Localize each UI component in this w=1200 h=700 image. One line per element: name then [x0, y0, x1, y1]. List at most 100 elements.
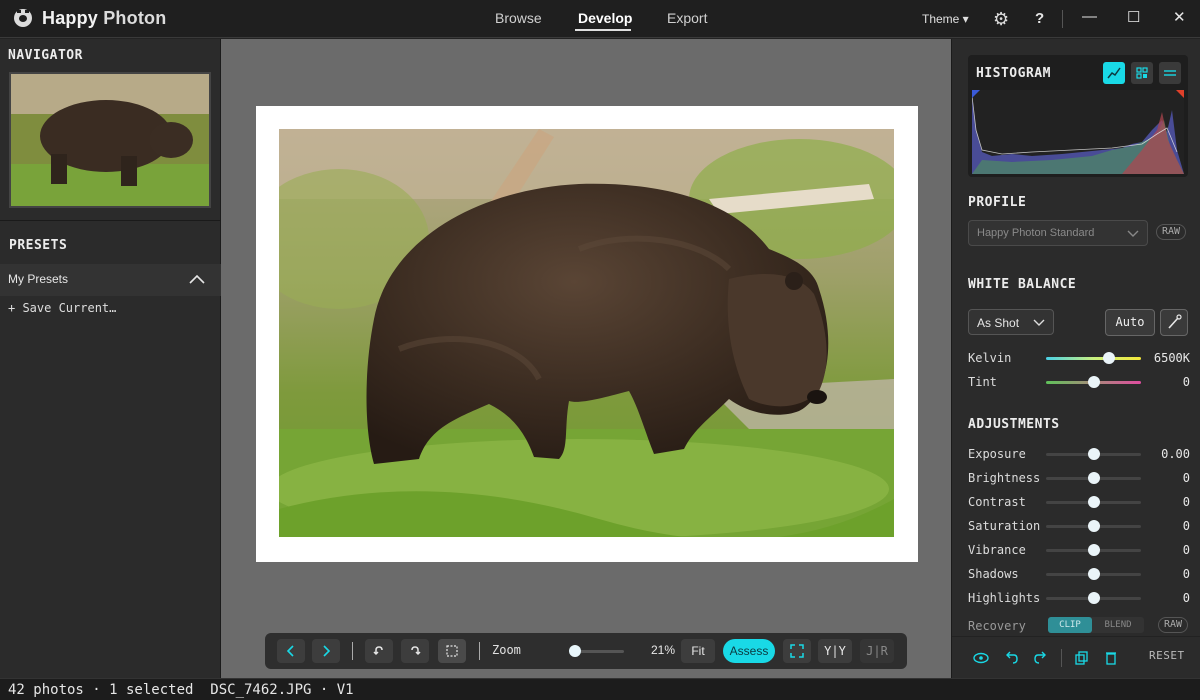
- kelvin-value: 6500K: [1153, 351, 1190, 365]
- exposure-slider-row: Exposure 0.00: [968, 445, 1190, 463]
- recovery-label: Recovery: [968, 619, 1026, 633]
- fit-button[interactable]: Fit: [681, 639, 715, 663]
- shadows-slider-handle[interactable]: [1088, 568, 1100, 580]
- vibrance-value: 0: [1182, 543, 1190, 557]
- kelvin-slider-handle[interactable]: [1103, 352, 1115, 364]
- photo-frame: [256, 106, 918, 562]
- rotate-right-icon[interactable]: [401, 639, 429, 663]
- minimize-button[interactable]: —: [1082, 8, 1097, 25]
- tint-slider-row: Tint 0: [968, 373, 1190, 391]
- brightness-slider-handle[interactable]: [1088, 472, 1100, 484]
- zoom-slider-handle[interactable]: [569, 645, 581, 657]
- profile-title: PROFILE: [968, 195, 1027, 210]
- tab-develop[interactable]: Develop: [578, 10, 632, 26]
- status-bar: 42 photos · 1 selected DSC_7462.JPG · V1: [0, 678, 1200, 700]
- shadows-label: Shadows: [968, 567, 1019, 581]
- image-canvas[interactable]: Zoom 21% Fit Assess Y|Y J|R: [221, 39, 951, 678]
- contrast-value: 0: [1182, 495, 1190, 509]
- saturation-label: Saturation: [968, 519, 1041, 533]
- prev-icon[interactable]: [277, 639, 305, 663]
- highlights-label: Highlights: [968, 591, 1041, 605]
- compare-jr-button[interactable]: J|R: [860, 639, 894, 663]
- navigator-title: NAVIGATOR: [8, 48, 83, 63]
- white-balance-value: As Shot: [977, 316, 1020, 330]
- reset-button[interactable]: RESET: [1149, 649, 1185, 662]
- tint-slider-handle[interactable]: [1088, 376, 1100, 388]
- crop-icon[interactable]: [438, 639, 466, 663]
- redo-icon[interactable]: [1032, 649, 1050, 667]
- navigator-thumbnail[interactable]: [9, 72, 211, 208]
- title-divider: [1062, 10, 1063, 28]
- histogram-grid-icon[interactable]: [1131, 62, 1153, 84]
- exposure-label: Exposure: [968, 447, 1026, 461]
- theme-dropdown[interactable]: Theme ▾: [922, 12, 969, 26]
- presets-title: PRESETS: [9, 238, 68, 253]
- help-icon[interactable]: ?: [1035, 10, 1044, 27]
- title-bar: Happy Photon Browse Develop Export Theme…: [0, 0, 1200, 38]
- toolbar-divider: [479, 642, 480, 660]
- compare-yy-button[interactable]: Y|Y: [818, 639, 852, 663]
- gear-icon[interactable]: ⚙: [993, 10, 1009, 28]
- adjustments-title: ADJUSTMENTS: [968, 417, 1060, 432]
- histogram-graph: [972, 90, 1184, 174]
- tab-export[interactable]: Export: [667, 10, 707, 26]
- auto-white-balance-button[interactable]: Auto: [1105, 309, 1155, 336]
- white-balance-title: WHITE BALANCE: [968, 277, 1077, 292]
- kelvin-slider[interactable]: [1046, 357, 1141, 360]
- app-title-bold: Happy: [42, 8, 99, 28]
- contrast-label: Contrast: [968, 495, 1026, 509]
- saturation-slider-row: Saturation 0: [968, 517, 1190, 535]
- assess-button[interactable]: Assess: [723, 639, 775, 663]
- my-presets-label: My Presets: [8, 272, 69, 286]
- status-text: 42 photos · 1 selected DSC_7462.JPG · V1: [8, 682, 354, 698]
- histogram-lines-icon[interactable]: [1159, 62, 1181, 84]
- active-tab-indicator: [575, 29, 631, 31]
- blend-option[interactable]: BLEND: [1096, 617, 1140, 633]
- section-divider: [0, 220, 221, 221]
- contrast-slider-row: Contrast 0: [968, 493, 1190, 511]
- exposure-slider-handle[interactable]: [1088, 448, 1100, 460]
- brightness-slider-row: Brightness 0: [968, 469, 1190, 487]
- footer-divider: [1061, 649, 1062, 667]
- chevron-down-icon: [1033, 319, 1045, 326]
- save-current-preset-button[interactable]: + Save Current…: [8, 301, 116, 315]
- profile-value: Happy Photon Standard: [977, 227, 1095, 239]
- profile-dropdown[interactable]: Happy Photon Standard: [968, 220, 1148, 246]
- bear-photo-drawing: [279, 129, 894, 537]
- brightness-value: 0: [1182, 471, 1190, 485]
- next-icon[interactable]: [312, 639, 340, 663]
- fullscreen-icon[interactable]: [783, 639, 811, 663]
- highlights-slider-handle[interactable]: [1088, 592, 1100, 604]
- histogram-curve-icon[interactable]: [1103, 62, 1125, 84]
- recovery-raw-toggle[interactable]: RAW: [1158, 617, 1188, 633]
- left-panel: NAVIGATOR PRESETS My Presets + Save Curr…: [0, 39, 221, 678]
- highlights-value: 0: [1182, 591, 1190, 605]
- recovery-mode-toggle[interactable]: CLIP BLEND: [1048, 617, 1144, 633]
- close-button[interactable]: ✕: [1173, 8, 1186, 26]
- my-presets-group[interactable]: My Presets: [0, 264, 221, 296]
- undo-icon[interactable]: [1002, 649, 1020, 667]
- profile-raw-toggle[interactable]: RAW: [1156, 224, 1186, 240]
- tint-value: 0: [1182, 375, 1190, 389]
- exposure-value: 0.00: [1161, 447, 1190, 461]
- white-balance-dropdown[interactable]: As Shot: [968, 309, 1054, 335]
- tint-label: Tint: [968, 375, 997, 389]
- copy-icon[interactable]: [1072, 649, 1090, 667]
- shadows-value: 0: [1182, 567, 1190, 581]
- maximize-button[interactable]: ☐: [1127, 8, 1140, 26]
- clip-option[interactable]: CLIP: [1048, 617, 1092, 633]
- saturation-slider-handle[interactable]: [1088, 520, 1100, 532]
- histogram-panel: HISTOGRAM: [968, 55, 1188, 177]
- tab-browse[interactable]: Browse: [495, 10, 542, 26]
- rotate-left-icon[interactable]: [365, 639, 393, 663]
- logo-icon: [14, 9, 32, 27]
- vibrance-slider-handle[interactable]: [1088, 544, 1100, 556]
- app-title: Happy Photon: [42, 8, 166, 29]
- contrast-slider-handle[interactable]: [1088, 496, 1100, 508]
- chevron-up-icon[interactable]: [188, 272, 206, 286]
- eye-icon[interactable]: [972, 649, 990, 667]
- eyedropper-icon[interactable]: [1160, 309, 1188, 336]
- chevron-down-icon: [1127, 230, 1139, 237]
- brightness-label: Brightness: [968, 471, 1041, 485]
- trash-icon[interactable]: [1102, 649, 1120, 667]
